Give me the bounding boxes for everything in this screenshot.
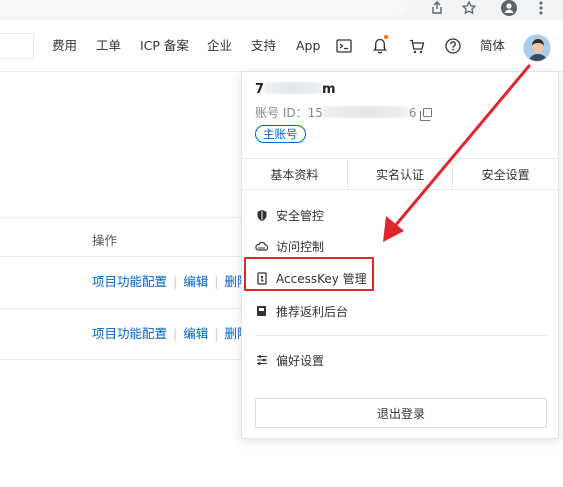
annotation-arrow: [383, 64, 531, 242]
